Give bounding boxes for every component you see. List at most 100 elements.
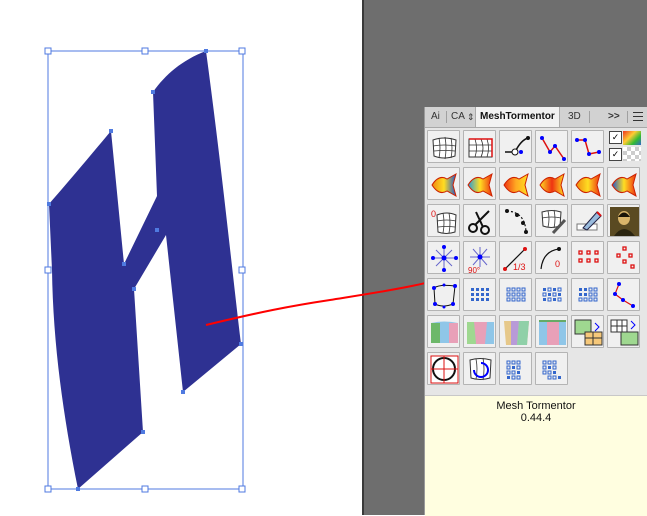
fish-gradient-tool-2[interactable] — [463, 167, 496, 200]
mesh-distort-tool[interactable] — [427, 130, 460, 163]
fish-gradient-tool-1[interactable] — [427, 167, 460, 200]
mesh-brush-icon — [541, 209, 567, 235]
checkbox-1[interactable]: ✓ — [609, 131, 622, 144]
panel-tab-bar: Ai CA ⇕ MeshTormentor 3D >> — [425, 107, 647, 128]
transparency-swatch[interactable] — [623, 147, 641, 161]
scissors-tool[interactable] — [463, 204, 496, 237]
color-patch-tool-4[interactable] — [535, 315, 568, 348]
red-dot-grid-tool[interactable] — [571, 241, 604, 274]
blue-dot-grid-tool-4[interactable] — [571, 278, 604, 311]
path-handles-icon — [505, 136, 530, 156]
star-nodes-tool[interactable] — [427, 241, 460, 274]
info-title: Mesh Tormentor — [496, 400, 576, 412]
color-patch-tool-1[interactable] — [427, 315, 460, 348]
fish-gradient-5-icon — [575, 172, 601, 198]
svg-text:0: 0 — [555, 259, 560, 269]
tab-overflow-button[interactable]: >> — [604, 107, 624, 127]
mesh-tormentor-panel: Ai CA ⇕ MeshTormentor 3D >> ✓ ✓ 0 90° 1/… — [424, 107, 647, 516]
gradient-swatch[interactable] — [623, 131, 641, 145]
curve-zero-tool[interactable]: 0 — [535, 241, 568, 274]
blue-dot-grid-3-icon — [542, 287, 562, 302]
info-version: 0.44.4 — [520, 412, 552, 424]
rotate-mesh-icon — [469, 357, 492, 381]
node-path-icon — [575, 138, 601, 156]
fish-gradient-4-icon — [539, 172, 565, 198]
fish-gradient-6-icon — [611, 172, 637, 198]
color-patch-tool-2[interactable] — [463, 315, 496, 348]
dot-pattern-tool-2[interactable] — [535, 352, 568, 385]
color-swatches-widget: ✓ ✓ — [609, 130, 645, 163]
dashed-path-tool[interactable] — [499, 204, 532, 237]
tab-ca[interactable]: CA — [447, 107, 469, 127]
fish-gradient-tool-3[interactable] — [499, 167, 532, 200]
color-patch-tool-3[interactable] — [499, 315, 532, 348]
rotate-90-icon: 90° — [468, 247, 490, 274]
blue-dot-grid-tool-3[interactable] — [535, 278, 568, 311]
blue-dot-grid-2-icon — [506, 287, 526, 302]
red-path-nodes-icon — [613, 282, 635, 308]
mona-lisa-icon — [610, 207, 639, 236]
tab-divider — [627, 111, 628, 123]
blue-dot-grid-tool-1[interactable] — [463, 278, 496, 311]
tab-divider — [589, 111, 590, 123]
fish-gradient-tool-4[interactable] — [535, 167, 568, 200]
target-circle-icon — [430, 355, 459, 384]
svg-text:0: 0 — [431, 209, 436, 219]
fish-gradient-3-icon — [503, 172, 529, 198]
mesh-warp-red-icon — [468, 138, 493, 158]
blue-dot-grid-tool-2[interactable] — [499, 278, 532, 311]
fish-gradient-1-icon — [431, 172, 457, 198]
node-edit-tool[interactable] — [535, 130, 568, 163]
target-circle-tool[interactable] — [427, 352, 460, 385]
rotate-mesh-tool[interactable] — [463, 352, 496, 385]
split-grid-2-icon — [610, 319, 639, 346]
mesh-distort-icon — [432, 136, 457, 160]
letter-h-shape[interactable] — [49, 51, 241, 489]
blue-dot-grid-1-icon — [471, 288, 489, 301]
grid-zero-icon: 0 — [431, 209, 457, 234]
curve-zero-icon: 0 — [540, 247, 561, 270]
dot-pattern-tool-1[interactable] — [499, 352, 532, 385]
checkbox-2[interactable]: ✓ — [609, 148, 622, 161]
red-dot-cluster-tool[interactable] — [607, 241, 640, 274]
mesh-warp-tool[interactable] — [463, 130, 496, 163]
red-dot-grid-icon — [578, 250, 599, 263]
fish-gradient-2-icon — [467, 172, 493, 198]
dot-pattern-2-icon — [542, 360, 561, 380]
dot-pattern-1-icon — [506, 360, 521, 380]
tab-ai[interactable]: Ai — [427, 107, 444, 127]
split-grid-tool-2[interactable] — [607, 315, 640, 348]
star-nodes-icon — [431, 245, 458, 272]
thirds-tool[interactable]: 1/3 — [499, 241, 532, 274]
fish-gradient-tool-6[interactable] — [607, 167, 640, 200]
dashed-path-icon — [505, 209, 528, 234]
red-dot-cluster-icon — [616, 246, 635, 269]
node-edit-icon — [540, 136, 566, 161]
tab-collapse-icon[interactable]: ⇕ — [467, 107, 475, 127]
tab-3d[interactable]: 3D — [564, 107, 585, 127]
color-patch-3-icon — [504, 321, 529, 345]
svg-text:1/3: 1/3 — [513, 262, 526, 272]
bbox-nodes-tool[interactable] — [427, 278, 460, 311]
rotate-90-tool[interactable]: 90° — [463, 241, 496, 274]
color-patch-1-icon — [431, 321, 458, 343]
node-path-tool[interactable] — [571, 130, 604, 163]
panel-menu-icon[interactable] — [633, 112, 643, 122]
pen-tool-icon — [576, 211, 602, 231]
blue-dot-grid-4-icon — [578, 287, 598, 302]
grid-zero-tool[interactable]: 0 — [427, 204, 460, 237]
bbox-nodes-icon — [432, 283, 457, 309]
fish-gradient-tool-5[interactable] — [571, 167, 604, 200]
mesh-brush-tool[interactable] — [535, 204, 568, 237]
split-grid-1-icon — [574, 319, 603, 346]
color-patch-2-icon — [467, 322, 494, 344]
split-grid-tool-1[interactable] — [571, 315, 604, 348]
pen-tool[interactable] — [571, 204, 604, 237]
svg-text:90°: 90° — [468, 266, 480, 274]
tab-meshtormentor[interactable]: MeshTormentor — [475, 107, 560, 127]
version-info-box: Mesh Tormentor 0.44.4 — [425, 395, 647, 516]
red-path-nodes-tool[interactable] — [607, 278, 640, 311]
path-handles-tool[interactable] — [499, 130, 532, 163]
thirds-icon: 1/3 — [503, 247, 527, 272]
image-mesh-tool[interactable] — [607, 204, 640, 237]
